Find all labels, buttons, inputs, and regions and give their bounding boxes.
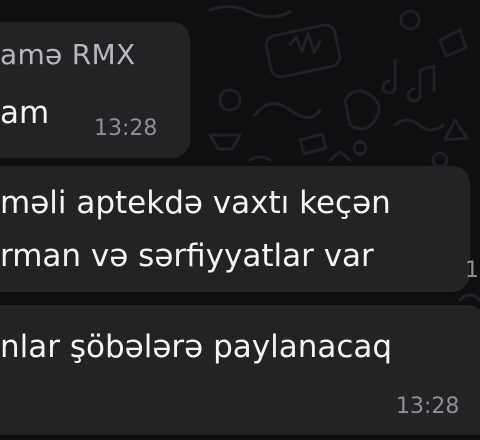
message-text-line: rman və sərfiyyatlar var	[0, 238, 374, 274]
message-timestamp: 13:28	[396, 394, 460, 419]
message-text: nlar şöbələrə paylanacaq	[0, 329, 393, 365]
message-timestamp: 1	[465, 258, 479, 283]
message-text-line: məli aptekdə vaxtı keçən	[0, 185, 391, 221]
message-timestamp: 13:28	[94, 116, 158, 141]
message-text: am	[0, 95, 50, 131]
sender-name[interactable]: amə RMX	[0, 38, 135, 71]
